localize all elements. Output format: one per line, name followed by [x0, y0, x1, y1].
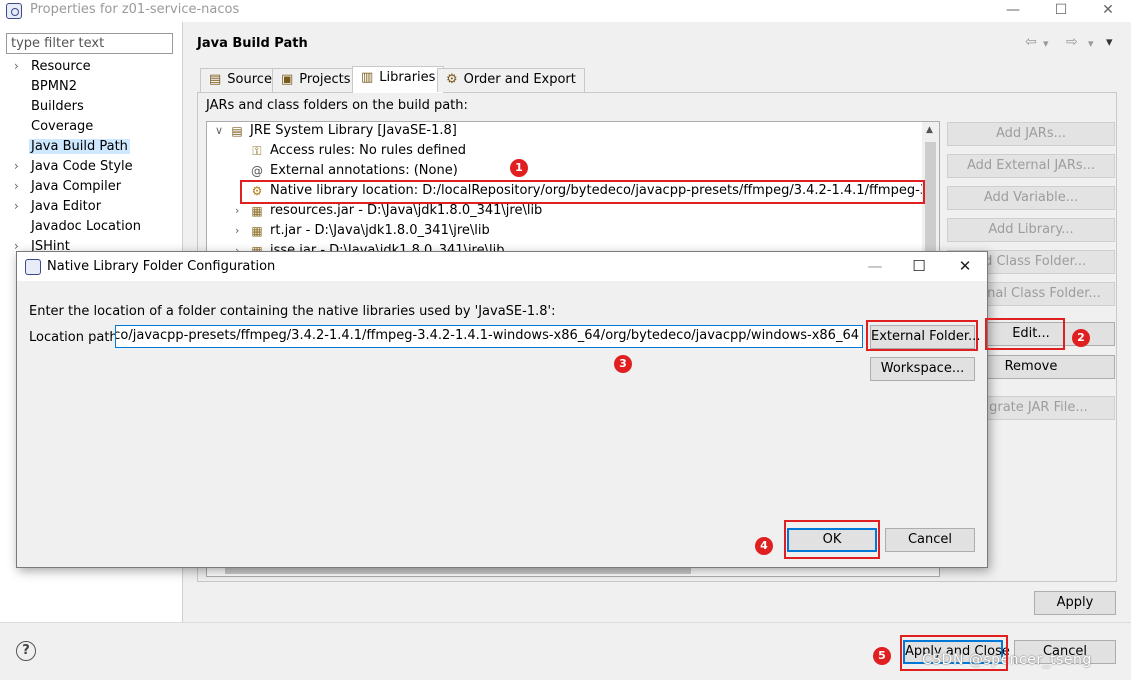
tab-order-and-export[interactable]: ⚙ Order and Export [437, 68, 585, 92]
eclipse-app-icon [25, 259, 41, 275]
nav-item-label: Coverage [31, 119, 94, 134]
nav-item-java-build-path[interactable]: Java Build Path [0, 138, 183, 158]
tree-row-resources-jar[interactable]: › ▦ resources.jar - D:\Java\jdk1.8.0_341… [207, 202, 921, 222]
expand-chevron-icon[interactable]: › [14, 199, 19, 213]
tab-label: Order and Export [463, 72, 576, 87]
tab-label: Libraries [379, 70, 436, 85]
expand-chevron-icon[interactable]: › [235, 224, 239, 237]
maximize-icon[interactable]: ☐ [1038, 0, 1084, 22]
tree-row-label: resources.jar - D:\Java\jdk1.8.0_341\jre… [270, 203, 543, 218]
view-menu-icon[interactable]: ▾ [1106, 35, 1113, 50]
scroll-up-icon[interactable]: ▲ [926, 125, 933, 135]
nav-item-builders[interactable]: Builders [0, 98, 183, 118]
maximize-icon[interactable]: ☐ [899, 256, 939, 278]
tree-row-label: External annotations: (None) [270, 163, 458, 178]
tree-row-external-annotations[interactable]: @ External annotations: (None) [207, 162, 921, 182]
tree-row-label: Native library location: D:/localReposit… [270, 183, 940, 198]
ok-button[interactable]: OK [787, 528, 877, 552]
dialog-cancel-button[interactable]: Cancel [885, 528, 975, 552]
source-folder-icon: ▤ [209, 72, 222, 87]
add-jars-button[interactable]: Add JARs... [947, 122, 1115, 146]
apply-button[interactable]: Apply [1034, 591, 1116, 615]
dialog-instruction: Enter the location of a folder containin… [29, 304, 556, 319]
nav-item-javadoc-location[interactable]: Javadoc Location [0, 218, 183, 238]
help-icon[interactable]: ? [16, 641, 36, 661]
annotation-marker-5: 5 [873, 647, 891, 665]
tree-row-rt-jar[interactable]: › ▦ rt.jar - D:\Java\jdk1.8.0_341\jre\li… [207, 222, 921, 242]
annotation-marker-4: 4 [755, 537, 773, 555]
tree-row-label: rt.jar - D:\Java\jdk1.8.0_341\jre\lib [270, 223, 490, 238]
tree-row-native-library[interactable]: ⚙ Native library location: D:/localRepos… [207, 182, 939, 202]
jar-icon: ▦ [251, 204, 263, 218]
horizontal-scrollbar[interactable] [225, 568, 691, 574]
location-path-value: /org/bytedeco/javacpp-presets/ffmpeg/3.4… [115, 328, 859, 343]
minimize-icon[interactable]: — [855, 256, 895, 278]
filter-input[interactable] [6, 33, 173, 54]
page-title: Java Build Path [197, 36, 308, 51]
native-library-icon: ⚙ [251, 184, 263, 198]
nav-item-java-code-style[interactable]: › Java Code Style [0, 158, 183, 178]
native-library-dialog: Native Library Folder Configuration — ☐ … [16, 251, 988, 568]
nav-item-resource[interactable]: › Resource [0, 58, 183, 78]
nav-item-label: Java Build Path [29, 139, 130, 154]
forward-dropdown-icon[interactable]: ▾ [1088, 37, 1094, 50]
tab-libraries[interactable]: ▥ Libraries [352, 66, 445, 93]
libraries-icon: ▥ [361, 70, 374, 85]
add-variable-button[interactable]: Add Variable... [947, 186, 1115, 210]
location-label: Location path: [29, 330, 123, 345]
tab-label: Projects [299, 72, 351, 87]
back-arrow-icon[interactable]: ⇦ [1025, 34, 1037, 50]
library-icon: ▤ [231, 124, 243, 138]
nav-item-java-editor[interactable]: › Java Editor [0, 198, 183, 218]
window-title: Properties for z01-service-nacos [30, 2, 240, 17]
location-path-input[interactable]: /org/bytedeco/javacpp-presets/ffmpeg/3.4… [115, 325, 863, 348]
nav-item-bpmn2[interactable]: BPMN2 [0, 78, 183, 98]
workspace-button[interactable]: Workspace... [870, 357, 975, 381]
forward-arrow-icon[interactable]: ⇨ [1066, 34, 1078, 50]
tab-label: Source [227, 72, 272, 87]
minimize-icon[interactable]: — [990, 0, 1036, 22]
back-dropdown-icon[interactable]: ▾ [1043, 37, 1049, 50]
vertical-scrollbar[interactable]: ▲ [922, 122, 939, 252]
scrollbar-thumb[interactable] [925, 142, 936, 252]
nav-item-label: Resource [31, 59, 91, 74]
access-rules-icon: ⚿ [252, 144, 262, 158]
watermark: CSDN @spencer_tseng [922, 652, 1092, 668]
eclipse-app-icon [6, 3, 22, 19]
annotation-marker-3: 3 [614, 355, 632, 373]
expand-chevron-icon[interactable]: › [14, 159, 19, 173]
order-export-icon: ⚙ [446, 72, 458, 87]
expand-chevron-icon[interactable]: › [14, 59, 19, 73]
nav-item-java-compiler[interactable]: › Java Compiler [0, 178, 183, 198]
projects-icon: ▣ [281, 72, 294, 87]
nav-item-label: Javadoc Location [31, 219, 141, 234]
nav-item-label: BPMN2 [31, 79, 77, 94]
tree-row-jre[interactable]: ∨ ▤ JRE System Library [JavaSE-1.8] [207, 122, 921, 142]
close-icon[interactable]: ✕ [945, 256, 985, 278]
tree-row-label: JRE System Library [JavaSE-1.8] [250, 123, 457, 138]
tree-row-access-rules[interactable]: ⚿ Access rules: No rules defined [207, 142, 921, 162]
annotations-icon: @ [251, 164, 263, 178]
nav-item-label: Java Code Style [31, 159, 133, 174]
nav-item-coverage[interactable]: Coverage [0, 118, 183, 138]
dialog-title: Native Library Folder Configuration [47, 259, 276, 274]
nav-item-label: Builders [31, 99, 84, 114]
external-folder-button[interactable]: External Folder... [870, 325, 980, 349]
expand-chevron-icon[interactable]: › [235, 204, 239, 217]
add-external-jars-button[interactable]: Add External JARs... [947, 154, 1115, 178]
expand-chevron-icon[interactable]: ∨ [215, 124, 223, 137]
add-library-button[interactable]: Add Library... [947, 218, 1115, 242]
tab-projects[interactable]: ▣ Projects [272, 68, 360, 92]
nav-item-label: Java Editor [31, 199, 102, 214]
annotation-marker-2: 2 [1072, 329, 1090, 347]
expand-chevron-icon[interactable]: › [14, 179, 19, 193]
tree-row-label: Access rules: No rules defined [270, 143, 466, 158]
nav-item-label: Java Compiler [31, 179, 122, 194]
annotation-marker-1: 1 [510, 159, 528, 177]
build-path-heading: JARs and class folders on the build path… [206, 98, 468, 113]
close-icon[interactable]: ✕ [1085, 0, 1131, 22]
tab-source[interactable]: ▤ Source [200, 68, 281, 92]
jar-icon: ▦ [251, 224, 263, 238]
